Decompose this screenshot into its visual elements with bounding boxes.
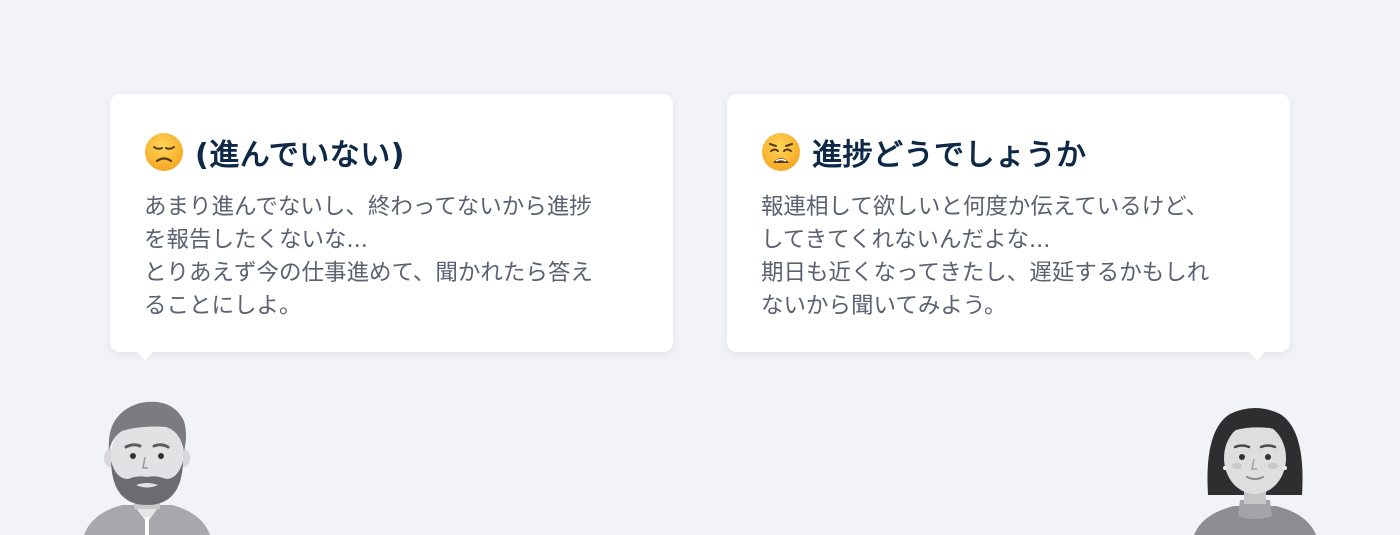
bubble-text: 報連相して欲しいと何度か伝えているけど、 してきてくれないんだよな... 期日も… [761,191,1256,323]
bubble-heading: 進捗どうでしょうか [761,126,1256,178]
bearded-man-avatar [84,401,210,535]
speech-bubble-right: 進捗どうでしょうか 報連相して欲しいと何度か伝えているけど、 してきてくれないん… [727,94,1290,360]
bubble-heading: (進んでいない) [144,126,639,178]
bubble-text-line: ることにしよ。 [144,293,302,319]
bubble-text-line: 期日も近くなってきたし、遅延するかもしれ [761,260,1210,286]
bubble-tail [1248,351,1266,360]
bubble-text-line: 報連相して欲しいと何度か伝えているけど、 [761,194,1209,220]
speech-bubble-left: (進んでいない) あまり進んでないし、終わってないから進捗 を報告したくないな.… [110,94,673,360]
bubble-title: 進捗どうでしょうか [812,138,1087,173]
bubble-text-line: とりあえず今の仕事進めて、聞かれたら答え [144,260,593,286]
bubble-text-line: を報告したくないな... [144,227,368,253]
bubble-text-line: ないから聞いてみよう。 [761,293,1007,319]
bubble-text-line: あまり進んでないし、終わってないから進捗 [144,194,592,220]
bubble-tail [136,351,154,360]
bubble-text: あまり進んでないし、終わってないから進捗 を報告したくないな... とりあえず今… [144,191,639,323]
disappointed-face-icon [145,133,183,171]
weary-face-icon [762,133,800,171]
bubble-text-line: してきてくれないんだよな... [761,227,1051,253]
bubble-title: (進んでいない) [195,138,405,173]
woman-avatar [1194,408,1316,535]
